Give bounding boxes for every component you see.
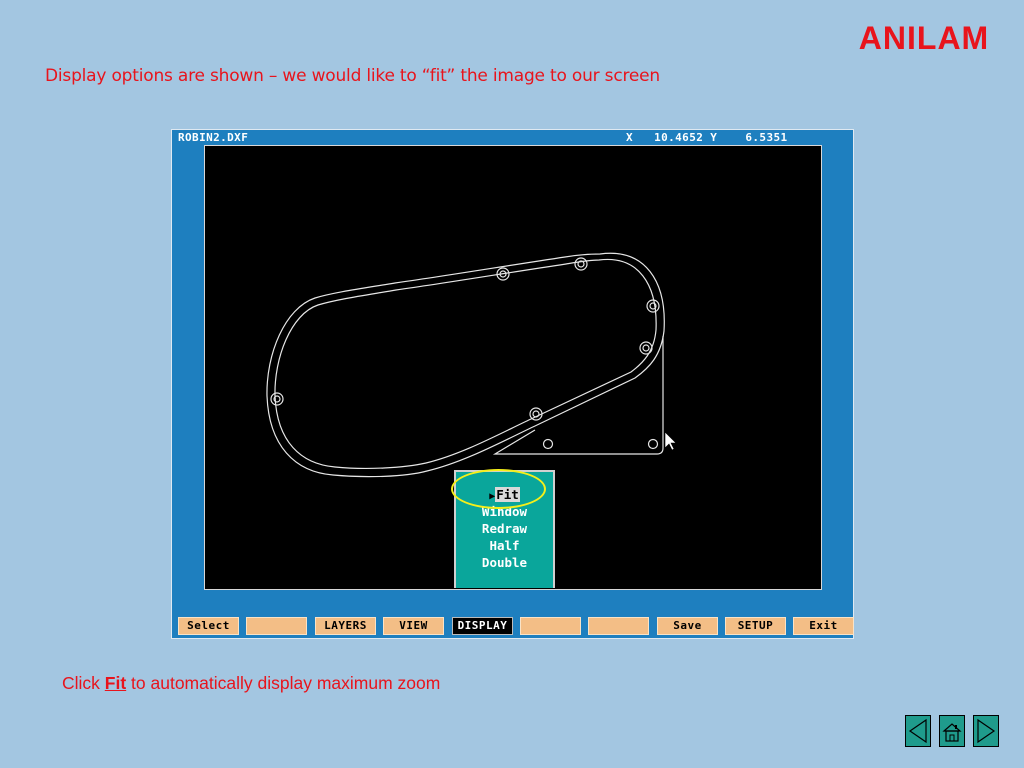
forward-button[interactable]	[973, 715, 999, 747]
cad-window: ROBIN2.DXF X 10.4652 Y 6.5351 ▶Fit Windo…	[171, 129, 854, 639]
menu-item-double[interactable]: Double	[456, 554, 553, 571]
hole	[270, 392, 284, 406]
hole	[529, 407, 543, 421]
title-bar: ROBIN2.DXF X 10.4652 Y 6.5351	[178, 131, 848, 145]
right-triangle-icon	[977, 718, 996, 744]
fkey-exit[interactable]: Exit	[793, 617, 854, 635]
fkey-select[interactable]: Select	[178, 617, 239, 635]
menu-item-redraw[interactable]: Redraw	[456, 520, 553, 537]
home-button[interactable]	[939, 715, 965, 747]
function-key-bar: Select LAYERS VIEW DISPLAY Save SETUP Ex…	[172, 617, 855, 637]
left-triangle-icon	[908, 718, 927, 744]
home-icon	[942, 723, 962, 742]
caption-keyword: Fit	[104, 673, 127, 693]
part-outline-outer	[266, 252, 665, 478]
slide-headline: Display options are shown – we would lik…	[45, 66, 660, 86]
back-button[interactable]	[905, 715, 931, 747]
caption-suffix: to automatically display maximum zoom	[126, 673, 441, 693]
caption-prefix: Click	[62, 673, 105, 693]
logo-text: ANILAM	[859, 22, 989, 54]
hole	[646, 299, 660, 313]
instruction-caption: Click Fit to automatically display maxim…	[62, 673, 440, 694]
fkey-display[interactable]: DISPLAY	[452, 617, 513, 635]
hole	[542, 438, 554, 450]
fit-highlight-ellipse	[451, 469, 546, 509]
mouse-cursor-icon	[664, 431, 677, 451]
hole	[639, 341, 653, 355]
menu-item-half[interactable]: Half	[456, 537, 553, 554]
hole	[647, 438, 659, 450]
part-outline-inner	[274, 258, 657, 470]
fkey-blank-3[interactable]	[588, 617, 649, 635]
fkey-save[interactable]: Save	[657, 617, 718, 635]
cursor-coordinates: X 10.4652 Y 6.5351	[626, 131, 788, 144]
fkey-blank-2[interactable]	[520, 617, 581, 635]
fkey-blank-1[interactable]	[246, 617, 307, 635]
fkey-setup[interactable]: SETUP	[725, 617, 786, 635]
anilam-logo: ANILAM	[859, 22, 989, 54]
part-extension	[492, 336, 664, 455]
file-name: ROBIN2.DXF	[178, 131, 249, 144]
hole	[574, 257, 588, 271]
fkey-view[interactable]: VIEW	[383, 617, 444, 635]
fkey-layers[interactable]: LAYERS	[315, 617, 376, 635]
